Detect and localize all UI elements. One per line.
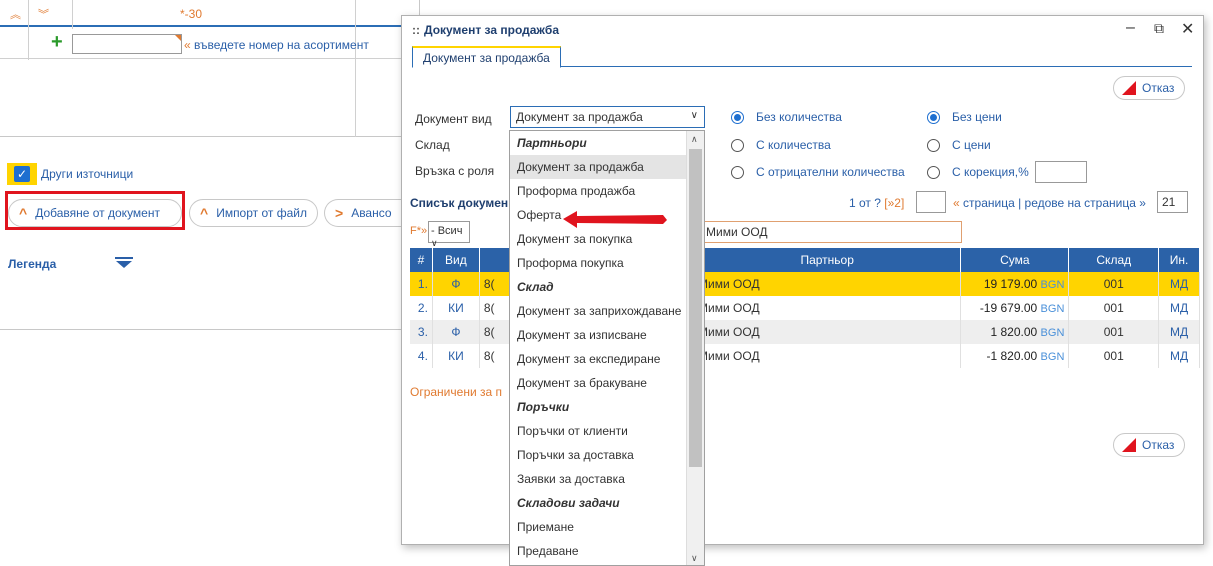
scrollbar-thumb[interactable] xyxy=(689,149,702,467)
dropdown-group-header: Складови задачи xyxy=(517,496,620,510)
radio-no-prices[interactable]: Без цени xyxy=(927,110,1002,124)
filter-label: F*» xyxy=(410,225,428,237)
import-file-button[interactable]: ^ Импорт от файл xyxy=(189,199,318,227)
page-number-input[interactable] xyxy=(916,191,946,213)
cancel-button[interactable]: Отказ xyxy=(1113,76,1186,100)
radio-icon xyxy=(927,138,940,152)
warehouse-label: Склад xyxy=(415,138,450,152)
radio-icon xyxy=(927,110,940,124)
check-icon: ✓ xyxy=(14,166,30,182)
advance-button[interactable]: > Авансо xyxy=(324,199,408,227)
dialog-title: :: Документ за продажба xyxy=(412,23,560,37)
other-sources-label: Други източници xyxy=(41,167,134,181)
radio-no-quantities[interactable]: Без количества xyxy=(731,110,842,124)
radio-with-prices[interactable]: С цени xyxy=(927,138,991,152)
column-header[interactable]: Сума xyxy=(960,248,1070,272)
dropdown-option[interactable]: Проформа покупка xyxy=(510,251,686,275)
other-sources-checkbox[interactable]: ✓ Други източници xyxy=(7,163,133,185)
pager-info: 1 от ? [»2] xyxy=(849,196,905,210)
highlight-frame xyxy=(5,191,185,230)
divider xyxy=(72,0,73,29)
dropdown-option[interactable]: Документ за продажба xyxy=(510,155,686,179)
radio-negative-quantities[interactable]: С отрицателни количества xyxy=(731,165,905,179)
radio-icon xyxy=(731,165,744,179)
column-header[interactable]: Партньор xyxy=(693,248,962,272)
dropdown-option[interactable]: Проформа продажба xyxy=(510,179,686,203)
doc-type-dropdown[interactable]: Партньори Документ за продажба Проформа пр… xyxy=(509,130,705,566)
dropdown-option[interactable]: Предаване xyxy=(510,539,686,563)
dropdown-option[interactable]: Документ за експедиране xyxy=(510,347,686,371)
legend-label: Легенда xyxy=(8,257,57,271)
radio-with-quantities[interactable]: С количества xyxy=(731,138,831,152)
role-label: Връзка с роля xyxy=(415,164,495,178)
filter-down-icon[interactable] xyxy=(115,257,133,268)
dropdown-option[interactable]: Документ за покупка xyxy=(510,227,686,251)
scroll-up-icon[interactable]: ∧ xyxy=(691,134,698,145)
column-header[interactable]: Склад xyxy=(1068,248,1160,272)
table-row: + « въведете номер на асортимент xyxy=(0,29,420,59)
chevron-down-icon[interactable]: ︾ xyxy=(38,6,49,22)
chevron-right-icon: > xyxy=(335,205,344,221)
import-file-label: Импорт от файл xyxy=(216,206,307,220)
document-list-title: Списък докумен xyxy=(410,196,509,210)
rows-per-page-input[interactable]: 21 xyxy=(1157,191,1188,213)
close-icon[interactable]: ✕ xyxy=(1181,19,1194,39)
dropdown-option[interactable]: Документ за бракуване xyxy=(510,371,686,395)
advance-label: Авансо xyxy=(351,206,392,220)
assortment-number-input[interactable] xyxy=(72,34,182,54)
cancel-icon xyxy=(1122,81,1136,95)
dropdown-option[interactable]: Приемане xyxy=(510,515,686,539)
dropdown-group-header: Поръчки xyxy=(517,400,570,414)
cancel-button-bottom[interactable]: Отказ xyxy=(1113,433,1186,457)
chevron-up-icon: ^ xyxy=(200,205,209,221)
dropdown-option[interactable]: Поръчки от клиенти xyxy=(510,419,686,443)
divider xyxy=(355,0,356,137)
assortment-hint: « въведете номер на асортимент xyxy=(184,38,369,52)
dropdown-group-header: Партньори xyxy=(517,136,587,150)
radio-icon xyxy=(927,165,940,179)
doc-type-label: Документ вид xyxy=(415,112,492,126)
doc-type-select[interactable]: Документ за продажба ∨ xyxy=(510,106,705,128)
plus-icon[interactable]: + xyxy=(51,32,63,52)
assortment-table: ︽ ︾ *-30 + « въведете номер на асортимен… xyxy=(0,0,420,137)
next-page-link[interactable]: [»2] xyxy=(884,196,904,210)
red-arrow-icon xyxy=(563,211,667,228)
minimize-icon[interactable]: – xyxy=(1126,19,1135,37)
column-header[interactable]: # xyxy=(410,248,433,272)
dropdown-option[interactable]: Заявки за доставка xyxy=(510,467,686,491)
cancel-label: Отказ xyxy=(1142,438,1175,452)
limited-notice: Ограничени за п xyxy=(410,385,502,399)
dropdown-group-header: Склад xyxy=(517,280,554,294)
column-header[interactable]: Вид xyxy=(432,248,480,272)
tab-bar: Документ за продажба xyxy=(412,46,1192,68)
radio-icon xyxy=(731,110,744,124)
cancel-icon xyxy=(1122,438,1136,452)
doc-type-value: Документ за продажба xyxy=(516,110,643,124)
tab-sales-document[interactable]: Документ за продажба xyxy=(412,46,561,68)
radio-icon xyxy=(731,138,744,152)
dropdown-option[interactable]: Документ за заприхождаване xyxy=(510,299,686,323)
dropdown-option[interactable]: Документ за изписване xyxy=(510,323,686,347)
partner-filter-input[interactable]: Мими ООД xyxy=(700,221,962,243)
dropdown-list: Партньори Документ за продажба Проформа пр… xyxy=(510,131,704,563)
per-page-label: « страница | редове на страница » xyxy=(953,196,1146,210)
checkbox[interactable]: ✓ xyxy=(7,163,37,185)
maximize-icon[interactable]: ⧉ xyxy=(1154,20,1164,37)
row-value: *-30 xyxy=(180,7,203,21)
type-filter-select[interactable]: - Всич ∨ xyxy=(428,221,470,248)
table-row: ︽ ︾ *-30 xyxy=(0,0,420,27)
divider xyxy=(0,329,405,330)
cancel-label: Отказ xyxy=(1142,81,1175,95)
chevron-down-icon: ∨ xyxy=(690,110,698,121)
dropdown-option[interactable]: Поръчки за доставка xyxy=(510,443,686,467)
column-header[interactable]: Ин. xyxy=(1158,248,1200,272)
dropdown-scrollbar[interactable]: ∧ ∨ xyxy=(686,131,704,565)
drag-handle-icon[interactable]: :: xyxy=(412,23,420,37)
scroll-down-icon[interactable]: ∨ xyxy=(691,553,698,564)
correction-percent-input[interactable] xyxy=(1035,161,1087,183)
chevron-up-icon[interactable]: ︽ xyxy=(10,6,21,22)
radio-with-correction[interactable]: С корекция,% xyxy=(927,165,1029,179)
